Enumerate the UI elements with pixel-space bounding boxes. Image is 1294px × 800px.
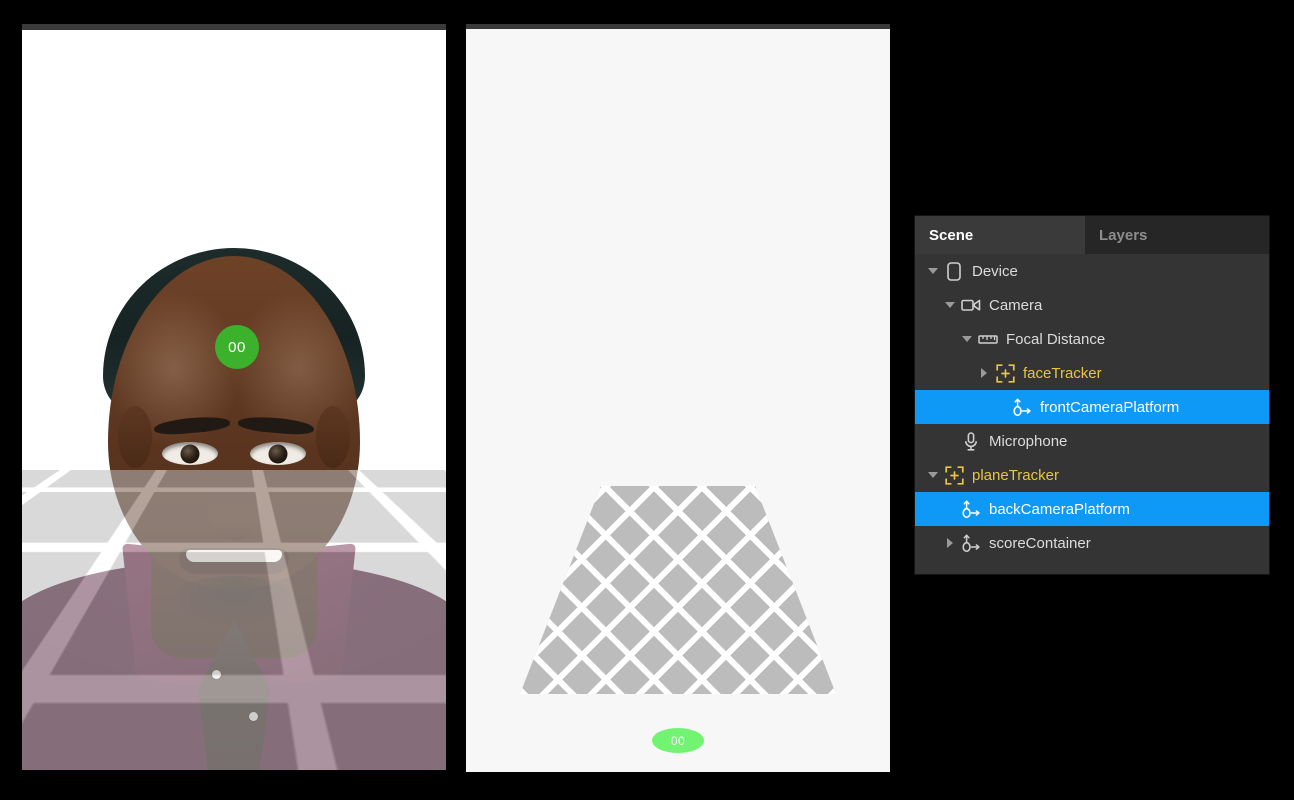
tree-row-focal-distance[interactable]: Focal Distance — [915, 322, 1269, 356]
front-grid-floor — [22, 470, 446, 770]
chevron-right-icon[interactable] — [942, 535, 958, 551]
tree-row-label: frontCameraPlatform — [1040, 398, 1180, 416]
tree-row-camera[interactable]: Camera — [915, 288, 1269, 322]
eye-right — [250, 442, 306, 465]
ear-left — [118, 406, 152, 468]
origin-icon — [960, 499, 982, 518]
twisty-placeholder — [993, 399, 1009, 415]
tree-row-label: faceTracker — [1023, 364, 1102, 382]
tree-row-backcameraplatform[interactable]: backCameraPlatform — [915, 492, 1269, 526]
front-camera-preview[interactable]: 00 — [22, 24, 446, 770]
tab-layers-label: Layers — [1099, 226, 1148, 244]
scene-panel: Scene Layers Device Camera Focal Distance f… — [914, 215, 1270, 575]
eye-left — [162, 442, 218, 465]
back-preview-titlebar — [466, 24, 890, 29]
panel-tabs: Scene Layers — [915, 216, 1269, 254]
back-score-value: 00 — [670, 733, 686, 748]
tab-scene[interactable]: Scene — [915, 216, 1085, 254]
camera-icon — [960, 296, 982, 314]
tab-scene-label: Scene — [929, 226, 974, 244]
plane-tracker-grid — [520, 486, 836, 694]
tree-row-label: scoreContainer — [989, 534, 1091, 552]
ear-right — [316, 406, 350, 468]
tree-row-frontcameraplatform[interactable]: frontCameraPlatform — [915, 390, 1269, 424]
tab-layers[interactable]: Layers — [1085, 216, 1269, 254]
scene-tree: Device Camera Focal Distance faceTracker fr… — [915, 254, 1269, 560]
twisty-placeholder — [942, 501, 958, 517]
tree-row-label: Camera — [989, 296, 1043, 314]
tree-row-facetracker[interactable]: faceTracker — [915, 356, 1269, 390]
tree-row-label: backCameraPlatform — [989, 500, 1130, 518]
chevron-down-icon[interactable] — [942, 297, 958, 313]
tree-row-label: Microphone — [989, 432, 1068, 450]
tree-row-label: Device — [972, 262, 1018, 280]
tree-row-planetracker[interactable]: planeTracker — [915, 458, 1269, 492]
iris-left — [180, 444, 200, 463]
back-camera-preview[interactable]: 00 — [466, 24, 890, 772]
microphone-icon — [960, 431, 982, 451]
iris-right — [268, 444, 288, 463]
chevron-down-icon[interactable] — [925, 263, 941, 279]
chevron-right-icon[interactable] — [976, 365, 992, 381]
front-score-badge[interactable]: 00 — [215, 325, 259, 369]
ruler-icon — [977, 330, 999, 348]
origin-icon — [1011, 397, 1033, 416]
tree-row-microphone[interactable]: Microphone — [915, 424, 1269, 458]
back-score-badge[interactable]: 00 — [652, 728, 704, 753]
tree-row-label: Focal Distance — [1006, 330, 1106, 348]
front-score-value: 00 — [228, 338, 246, 356]
tracker-icon — [943, 465, 965, 485]
tree-row-scorecontainer[interactable]: scoreContainer — [915, 526, 1269, 560]
tree-row-label: planeTracker — [972, 466, 1059, 484]
device-icon — [943, 261, 965, 281]
tree-row-device[interactable]: Device — [915, 254, 1269, 288]
chevron-down-icon[interactable] — [959, 331, 975, 347]
chevron-down-icon[interactable] — [925, 467, 941, 483]
app-root: 00 00 Scene Layers Device Camera Focal Dis… — [0, 0, 1294, 800]
twisty-placeholder — [942, 433, 958, 449]
origin-icon — [960, 533, 982, 552]
tracker-icon — [994, 363, 1016, 383]
